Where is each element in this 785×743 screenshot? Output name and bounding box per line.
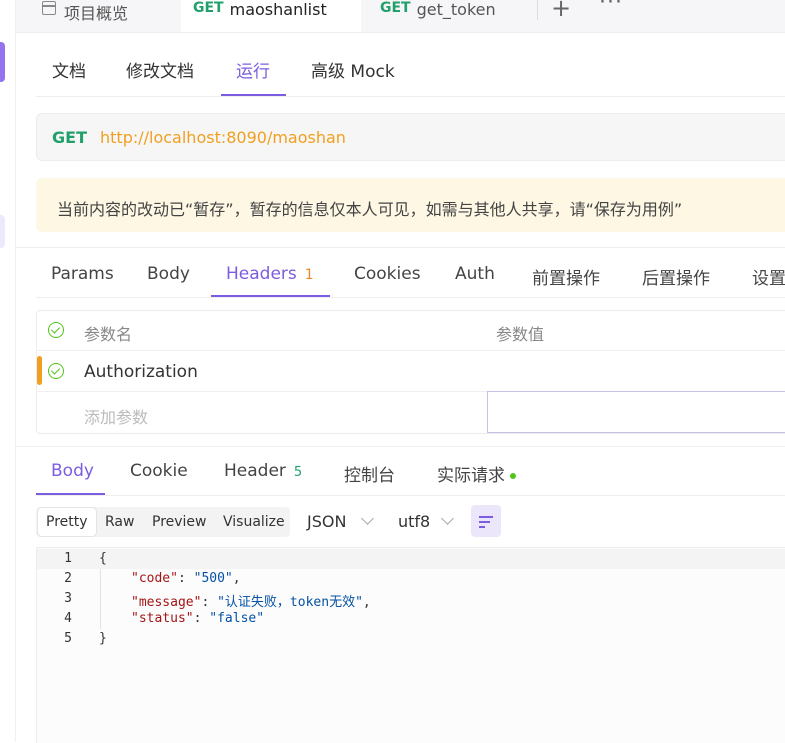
word-wrap-button[interactable] <box>471 505 501 537</box>
row-checkbox-icon[interactable] <box>48 363 64 379</box>
tab-get-token[interactable]: GET get_token <box>380 0 496 32</box>
current-line-highlight <box>37 549 785 569</box>
tab-body[interactable]: Body <box>147 264 190 284</box>
status-dot-icon <box>510 473 516 479</box>
tab-method-badge: GET <box>380 0 411 16</box>
code-line: "status": "false" <box>131 611 265 626</box>
indent-guide <box>100 569 101 629</box>
left-sidebar-strip <box>0 0 16 742</box>
code-line: "code": "500", <box>131 571 241 586</box>
response-tab-body[interactable]: Body <box>51 461 94 481</box>
subtab-advanced-mock[interactable]: 高级 Mock <box>311 57 395 82</box>
code-line: } <box>99 631 107 646</box>
chevron-down-icon[interactable] <box>441 512 454 525</box>
tab-auth[interactable]: Auth <box>455 264 495 284</box>
tab-maoshanlist[interactable]: GET maoshanlist <box>181 0 361 32</box>
tab-label: maoshanlist <box>229 0 327 19</box>
line-number: 5 <box>64 631 72 646</box>
section-divider <box>16 247 785 248</box>
view-pretty-button[interactable]: Pretty <box>38 508 96 536</box>
more-tabs-button[interactable]: ··· <box>599 0 623 15</box>
tab-settings[interactable]: 设置 <box>752 264 785 289</box>
response-tab-header[interactable]: Header 5 <box>224 461 302 481</box>
subtab-run[interactable]: 运行 <box>236 57 270 82</box>
tab-cookies[interactable]: Cookies <box>354 264 421 284</box>
json-value: "500" <box>193 571 233 586</box>
tab-method-badge: GET <box>193 0 224 16</box>
json-key: "message" <box>131 595 202 610</box>
line-number: 3 <box>64 591 72 606</box>
line-number: 2 <box>64 571 72 586</box>
response-tab-actual-label: 实际请求 <box>437 466 505 486</box>
draft-notice-text: 当前内容的改动已“暂存”，暂存的信息仅本人可见，如需与其他人共享，请“保存为用例… <box>57 200 683 219</box>
request-tab-active-underline <box>211 295 330 297</box>
sidebar-active-indicator[interactable] <box>0 42 5 82</box>
line-number: 1 <box>64 551 72 566</box>
line-number: 4 <box>64 611 72 626</box>
sidebar-divider <box>15 0 16 742</box>
tab-label: get_token <box>416 0 496 19</box>
row-modified-marker <box>37 356 42 385</box>
json-value: "false" <box>209 611 265 626</box>
response-tab-console[interactable]: 控制台 <box>344 461 395 486</box>
wrap-icon-line <box>479 526 485 528</box>
tab-params[interactable]: Params <box>51 264 114 284</box>
table-row-divider <box>37 350 785 351</box>
add-param-input[interactable]: 添加参数 <box>84 404 148 428</box>
subtab-active-underline <box>221 94 286 96</box>
column-header-value: 参数值 <box>496 325 545 344</box>
json-value: "认证失败，token无效" <box>217 595 363 610</box>
wrap-icon <box>479 516 493 518</box>
wrap-icon-line <box>479 521 490 523</box>
tab-headers[interactable]: Headers 1 <box>226 264 314 284</box>
response-tab-active-underline <box>36 493 105 495</box>
format-select[interactable]: JSON <box>307 512 346 531</box>
response-section-divider <box>16 446 785 447</box>
tab-post-operations[interactable]: 后置操作 <box>642 264 710 289</box>
tab-divider <box>537 0 538 20</box>
request-method[interactable]: GET <box>52 128 87 147</box>
tab-overview-label: 项目概览 <box>64 4 129 23</box>
response-tab-cookie[interactable]: Cookie <box>130 461 188 481</box>
subtab-divider <box>36 96 785 97</box>
request-tabs-divider <box>36 297 785 298</box>
chevron-down-icon[interactable] <box>361 512 374 525</box>
view-visualize-button[interactable]: Visualize <box>215 508 293 536</box>
tab-pre-operations[interactable]: 前置操作 <box>532 264 600 289</box>
tab-headers-label: Headers <box>226 264 297 284</box>
response-header-count-badge: 5 <box>293 465 303 480</box>
json-key: "status" <box>131 611 194 626</box>
view-raw-button[interactable]: Raw <box>97 508 142 536</box>
param-value-input[interactable] <box>487 391 785 433</box>
code-line: { <box>99 551 107 566</box>
code-line: "message": "认证失败，token无效", <box>131 595 371 610</box>
json-key: "code" <box>131 571 178 586</box>
subtab-edit-doc[interactable]: 修改文档 <box>126 57 194 82</box>
request-url[interactable]: http://localhost:8090/maoshan <box>100 128 346 147</box>
encoding-select[interactable]: utf8 <box>398 512 430 531</box>
add-tab-button[interactable]: + <box>551 0 571 22</box>
tab-project-overview[interactable]: 项目概览 <box>42 0 128 32</box>
sidebar-hover-indicator <box>0 215 5 248</box>
headers-count-badge: 1 <box>304 267 314 283</box>
overview-icon <box>42 1 56 15</box>
select-all-checkbox-icon[interactable] <box>48 322 64 338</box>
subtab-doc[interactable]: 文档 <box>52 57 86 82</box>
response-tab-header-label: Header <box>224 461 286 481</box>
response-tab-actual-request[interactable]: 实际请求 <box>437 461 516 486</box>
response-tabs-divider <box>36 495 785 496</box>
column-header-name: 参数名 <box>84 325 133 344</box>
header-name-authorization[interactable]: Authorization <box>84 362 198 382</box>
view-preview-button[interactable]: Preview <box>144 508 215 536</box>
